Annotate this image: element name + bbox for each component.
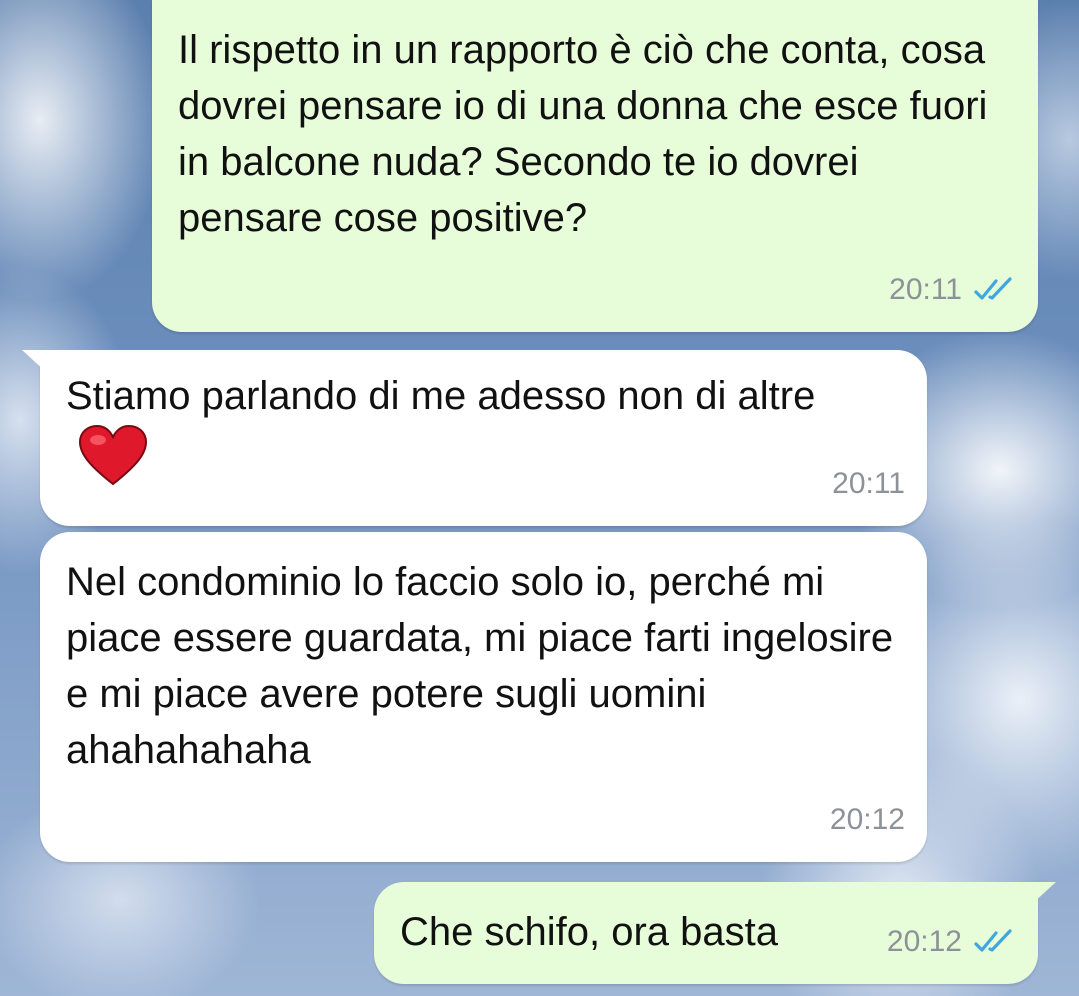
outgoing-message-bubble[interactable]: Il rispetto in un rapporto è ciò che con…	[152, 0, 1038, 332]
message-meta: 20:12	[830, 792, 905, 848]
message-timestamp: 20:12	[829, 803, 905, 836]
bubble-tail	[22, 350, 46, 372]
message-timestamp: 20:11	[889, 273, 962, 306]
message-text: Nel condominio lo faccio solo io, perché…	[66, 560, 894, 772]
message-meta: 20:11	[889, 262, 1016, 318]
message-meta: 20:11	[832, 456, 905, 512]
incoming-message-bubble[interactable]: Nel condominio lo faccio solo io, perché…	[40, 532, 927, 862]
message-meta: 20:12	[887, 914, 1016, 970]
message-timestamp: 20:11	[832, 467, 905, 500]
message-text-container: Stiamo parlando di me adesso non di altr…	[66, 368, 897, 503]
bubble-tail	[1032, 882, 1056, 904]
message-text: Il rispetto in un rapporto è ciò che con…	[178, 28, 988, 240]
red-heart-icon	[78, 424, 148, 503]
outgoing-message-bubble[interactable]: Che schifo, ora basta 20:12	[374, 882, 1056, 984]
message-text: Stiamo parlando di me adesso non di altr…	[66, 374, 816, 418]
incoming-message-bubble[interactable]: Stiamo parlando di me adesso non di altr…	[22, 350, 927, 526]
double-check-icon	[972, 277, 1016, 303]
message-timestamp: 20:12	[886, 925, 962, 958]
double-check-icon	[972, 929, 1016, 955]
